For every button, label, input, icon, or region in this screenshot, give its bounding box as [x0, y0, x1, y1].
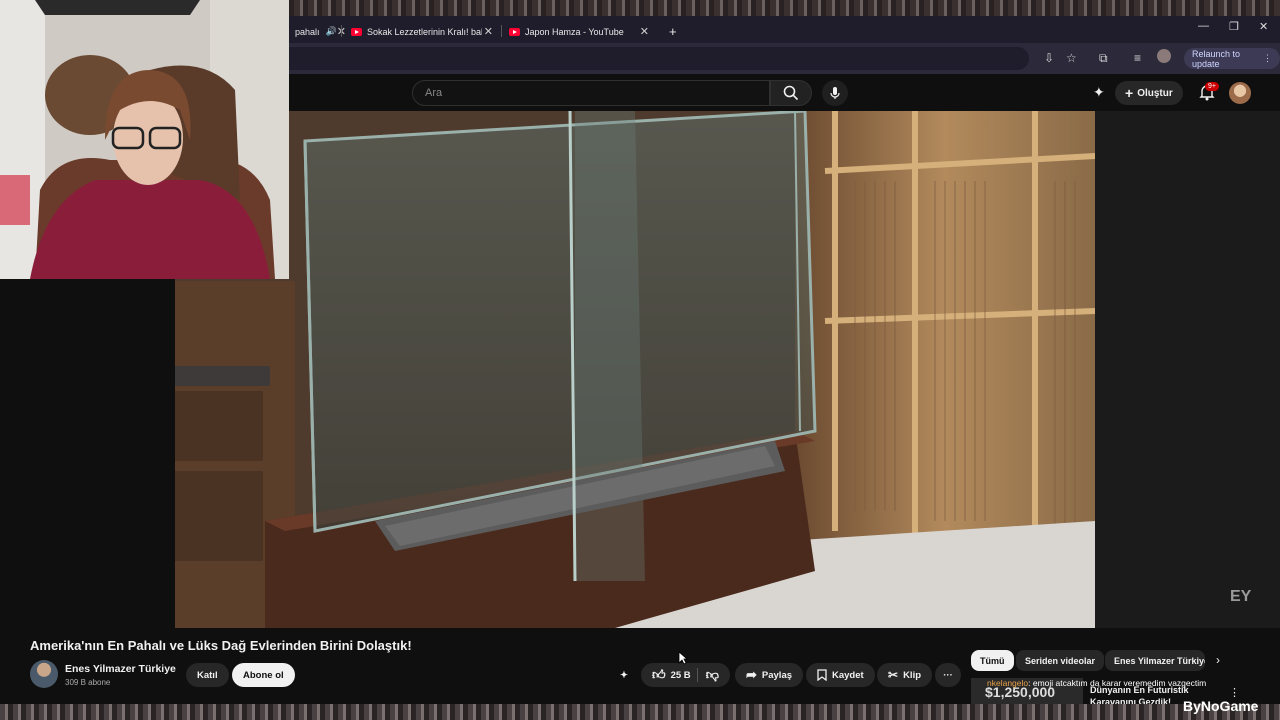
- tab-label: pahalı: [295, 26, 320, 37]
- browser-tab-bar: pahalı 🔊 ✕ Sokak Lezzetlerinin Kralı! ba…: [289, 16, 1280, 43]
- save-label: Kaydet: [832, 669, 864, 681]
- new-tab-button[interactable]: +: [663, 20, 683, 43]
- voice-search-button[interactable]: [822, 80, 848, 106]
- microphone-icon: [830, 87, 840, 99]
- chevron-right-icon[interactable]: ›: [1216, 653, 1220, 667]
- close-icon[interactable]: ✕: [484, 25, 493, 38]
- tab-label: Sokak Lezzetlerinin Kralı! bahar: [367, 26, 482, 37]
- youtube-favicon-icon: [351, 27, 362, 36]
- reading-list-icon[interactable]: ≡: [1134, 51, 1141, 65]
- window-close-button[interactable]: ✕: [1259, 20, 1268, 33]
- chat-text: : emoji atcaktım da karar veremedim vazg…: [1028, 678, 1207, 688]
- clip-label: Klip: [903, 669, 922, 681]
- browser-address-row: ⇩ ☆ ⧉ ≡ Relaunch to update ⋮: [289, 43, 1280, 74]
- relaunch-button[interactable]: Relaunch to update ⋮: [1184, 48, 1280, 69]
- more-icon: ···: [943, 669, 953, 681]
- youtube-header: Ara ✦ + Oluştur 9+: [289, 74, 1280, 111]
- relaunch-label: Relaunch to update: [1192, 48, 1241, 69]
- tab-label: Japon Hamza - YouTube: [525, 26, 624, 37]
- close-icon[interactable]: ✕: [640, 25, 649, 38]
- webcam-overlay: [0, 0, 289, 279]
- chat-overlay-message: nkelangelo: emoji atcaktım da karar vere…: [987, 678, 1206, 688]
- ask-ai-button[interactable]: ✦: [614, 663, 634, 687]
- scissors-icon: ✂: [888, 668, 899, 682]
- like-divider: [697, 668, 698, 682]
- subscriber-count: 309 B abone: [65, 678, 111, 687]
- sparkle-icon[interactable]: ✦: [1093, 84, 1105, 101]
- subscribe-button[interactable]: Abone ol: [232, 663, 295, 687]
- sponsor-logo: ByNoGame: [1183, 698, 1259, 714]
- search-input[interactable]: Ara: [412, 80, 770, 106]
- thumbs-down-icon[interactable]: 👎︎: [706, 667, 719, 683]
- create-label: Oluştur: [1137, 87, 1173, 99]
- more-actions-button[interactable]: ···: [935, 663, 961, 687]
- install-app-icon[interactable]: ⇩: [1044, 51, 1054, 65]
- youtube-favicon-icon: [509, 27, 520, 36]
- search-button[interactable]: [770, 80, 812, 106]
- profile-avatar[interactable]: [1157, 49, 1171, 63]
- bookmark-star-icon[interactable]: ☆: [1066, 51, 1077, 65]
- video-frame-image: [175, 111, 1095, 628]
- chip-all[interactable]: Tümü: [971, 650, 1014, 671]
- chat-username: nkelangelo: [987, 678, 1029, 688]
- tab-divider: [341, 25, 342, 37]
- video-title: Amerika'nın En Pahalı ve Lüks Dağ Evleri…: [30, 638, 412, 653]
- streamer-webcam-image: [0, 0, 289, 279]
- notification-badge: 9+: [1205, 82, 1219, 91]
- tab-divider: [501, 25, 502, 37]
- chip-series-videos[interactable]: Seriden videolar: [1016, 650, 1105, 671]
- search-placeholder: Ara: [425, 87, 443, 99]
- subscribe-label: Abone ol: [243, 669, 284, 681]
- minimize-button[interactable]: —: [1198, 20, 1209, 32]
- bottom-decorative-strip: [0, 704, 1280, 720]
- extensions-icon[interactable]: ⧉: [1099, 51, 1108, 66]
- join-button[interactable]: Katıl: [186, 663, 229, 687]
- address-bar[interactable]: [289, 47, 1029, 70]
- plus-icon: +: [669, 24, 677, 39]
- account-avatar[interactable]: [1229, 82, 1251, 104]
- like-count[interactable]: 25 B: [671, 670, 691, 681]
- share-arrow-icon: ➦: [746, 667, 757, 682]
- bookmark-icon: [817, 669, 827, 681]
- sparkle-icon: ✦: [620, 669, 628, 681]
- browser-tab-japon-hamza[interactable]: Japon Hamza - YouTube ✕: [503, 20, 655, 43]
- page-background-left: [0, 279, 175, 628]
- channel-watermark[interactable]: EY: [1230, 588, 1251, 606]
- join-label: Katıl: [197, 669, 218, 681]
- maximize-button[interactable]: ❐: [1229, 20, 1239, 33]
- kebab-menu-icon: ⋮: [1263, 53, 1272, 63]
- like-dislike-group: 👍︎ 25 B 👎︎: [641, 663, 730, 687]
- plus-icon: +: [1125, 85, 1134, 101]
- channel-avatar[interactable]: [30, 660, 58, 688]
- video-player[interactable]: [175, 111, 1095, 628]
- channel-name[interactable]: Enes Yilmazer Türkiye: [65, 663, 176, 675]
- speaker-icon: 🔊: [325, 26, 337, 36]
- browser-tab-sokak[interactable]: Sokak Lezzetlerinin Kralı! bahar ✕: [345, 20, 499, 43]
- share-button[interactable]: ➦ Paylaş: [735, 663, 804, 687]
- chip-channel[interactable]: Enes Yilmazer Türkiye: [1105, 650, 1205, 671]
- save-button[interactable]: Kaydet: [806, 663, 875, 687]
- clip-button[interactable]: ✂ Klip: [877, 663, 933, 687]
- browser-tab-partial[interactable]: pahalı 🔊 ✕: [289, 20, 346, 43]
- share-label: Paylaş: [761, 669, 793, 681]
- page-background-right: [1095, 111, 1280, 628]
- mouse-cursor-icon: [678, 651, 688, 665]
- search-icon: [783, 85, 799, 101]
- create-button[interactable]: + Oluştur: [1115, 81, 1183, 105]
- thumbs-up-icon[interactable]: 👍︎: [652, 667, 666, 683]
